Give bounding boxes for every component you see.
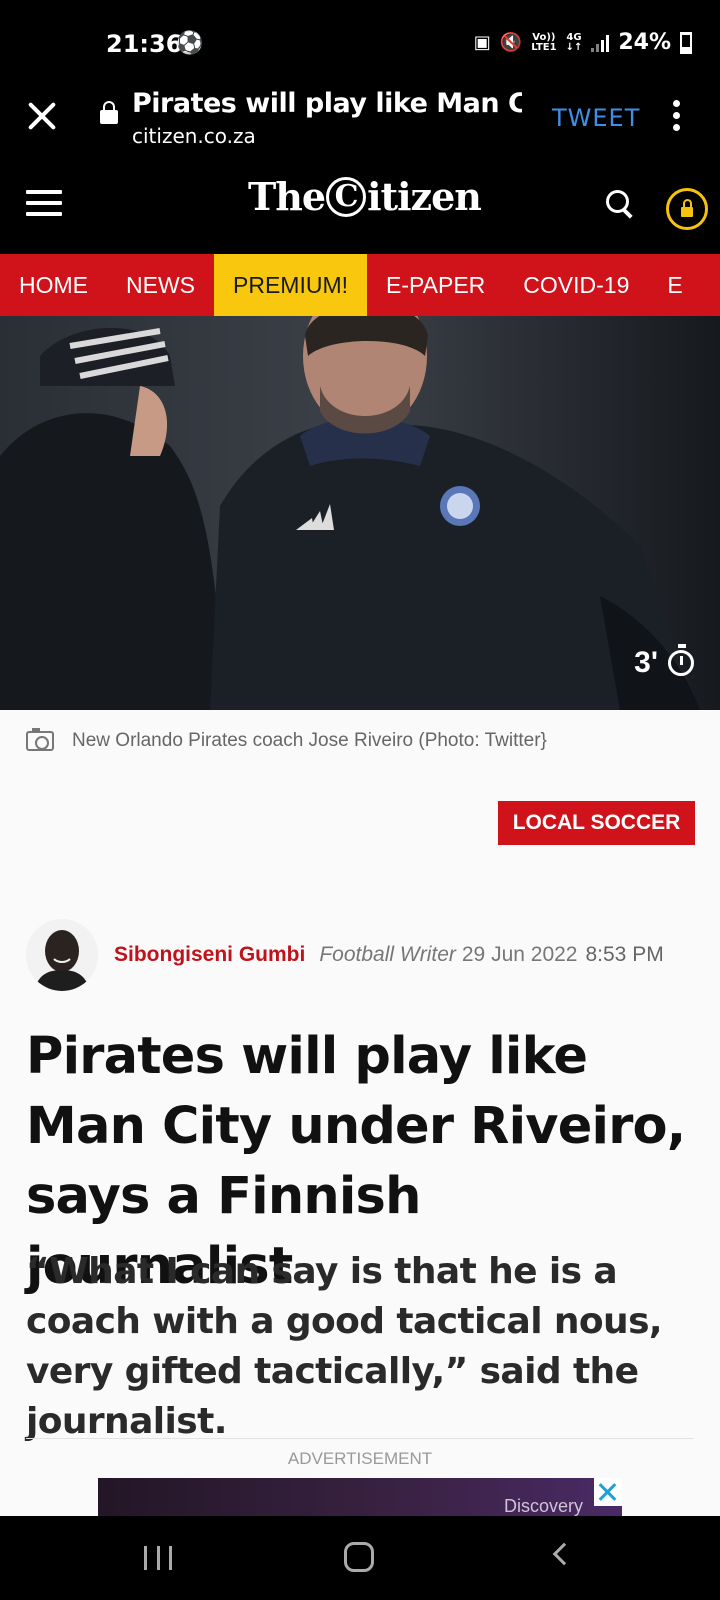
nav-item-premium[interactable]: PREMIUM! — [214, 254, 367, 316]
publish-time: 8:53 PM — [585, 943, 664, 966]
author-photo — [26, 919, 98, 991]
system-navigation-bar — [0, 1516, 720, 1600]
network-type-label: 4G — [566, 31, 582, 43]
site-header: The C itizen — [0, 166, 720, 254]
category-badge[interactable]: LOCAL SOCCER — [498, 801, 695, 845]
publish-date: 29 Jun 2022 — [461, 943, 578, 966]
battery-level: 24% — [618, 30, 671, 55]
home-icon[interactable] — [344, 1542, 374, 1572]
divider — [26, 1438, 694, 1439]
image-caption: New Orlando Pirates coach Jose Riveiro (… — [26, 728, 547, 752]
lte-label: LTE1 — [531, 41, 557, 53]
close-icon[interactable] — [24, 98, 60, 134]
author-role: Football Writer — [319, 943, 456, 966]
nav-item-e-paper[interactable]: E-PAPER — [367, 254, 504, 316]
logo-c-ring: C — [326, 176, 367, 217]
browser-page-title[interactable]: Pirates will play like Man City ... — [132, 88, 522, 119]
hero-image[interactable]: 3' — [0, 316, 720, 710]
menu-icon[interactable] — [26, 190, 62, 218]
coach-photo — [0, 316, 720, 710]
author-byline: Sibongiseni Gumbi Football Writer 29 Jun… — [26, 918, 706, 992]
mute-icon: 🔇 — [499, 32, 523, 53]
read-time-value: 3' — [634, 646, 658, 679]
read-time: 3' — [634, 644, 694, 680]
logo-letter-c: C — [334, 179, 359, 214]
browser-toolbar: Pirates will play like Man City ... citi… — [0, 86, 720, 166]
nav-item-covid-19[interactable]: COVID-19 — [504, 254, 648, 316]
article-standfirst: “What I can say is that he is a coach wi… — [26, 1251, 663, 1442]
search-icon[interactable] — [606, 190, 634, 220]
battery-saver-icon: ▣ — [473, 32, 491, 53]
nav-item-home[interactable]: HOME — [0, 254, 107, 316]
site-logo[interactable]: The C itizen — [248, 174, 482, 219]
battery-icon — [680, 31, 692, 54]
back-icon[interactable] — [552, 1542, 576, 1566]
author-name[interactable]: Sibongiseni Gumbi — [114, 943, 305, 967]
ad-brand-text: Discovery — [504, 1496, 584, 1516]
logo-text-the: The — [248, 174, 326, 219]
status-time: 21:36 — [106, 30, 183, 58]
camera-icon — [26, 728, 54, 751]
status-icons: ▣ 🔇 Vo)) LTE1 4G ↓↑ 24% — [474, 30, 692, 55]
status-bar: 21:36 ⚽ ▣ 🔇 Vo)) LTE1 4G ↓↑ 24% — [0, 0, 720, 86]
browser-url[interactable]: citizen.co.za — [132, 124, 256, 148]
more-options-icon[interactable] — [670, 100, 682, 136]
recents-icon[interactable] — [144, 1546, 172, 1570]
volte-indicator: Vo)) LTE1 — [531, 32, 557, 53]
football-notification-icon: ⚽ — [176, 30, 204, 55]
ad-close-icon[interactable] — [594, 1478, 622, 1506]
lock-icon[interactable] — [100, 101, 118, 124]
advertisement-label: ADVERTISEMENT — [287, 1449, 433, 1468]
avatar[interactable] — [26, 919, 98, 991]
tweet-button[interactable]: TWEET — [552, 104, 640, 132]
category-nav: HOME NEWS PREMIUM! E-PAPER COVID-19 E — [0, 254, 720, 316]
premium-lock-icon[interactable] — [666, 188, 708, 230]
nav-item-truncated[interactable]: E — [648, 254, 701, 316]
signal-icon — [591, 34, 610, 52]
nav-item-news[interactable]: NEWS — [107, 254, 214, 316]
logo-text-itizen: itizen — [367, 174, 482, 219]
network-type-indicator: 4G ↓↑ — [565, 31, 583, 53]
timer-icon — [668, 644, 694, 676]
ad-banner[interactable]: Discovery — [98, 1478, 622, 1516]
caption-text: New Orlando Pirates coach Jose Riveiro (… — [72, 730, 547, 751]
